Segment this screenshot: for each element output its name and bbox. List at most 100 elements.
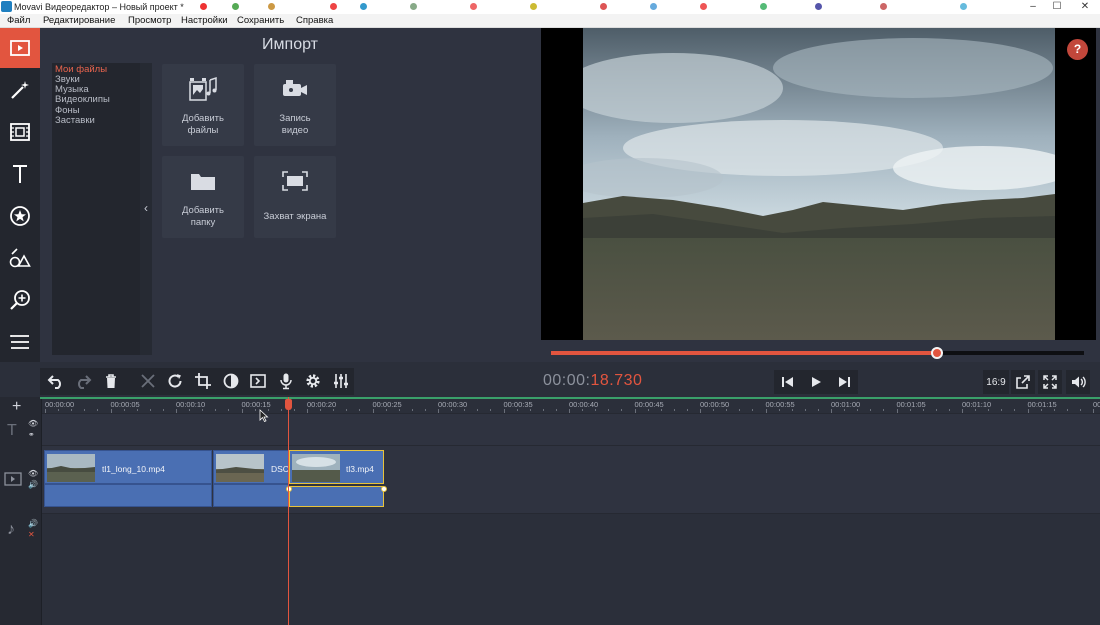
- audio-fade-handle-left[interactable]: [286, 486, 292, 492]
- taskbar-icons: [200, 3, 1000, 11]
- menu-save[interactable]: Сохранить: [237, 14, 284, 28]
- filters-tab-button[interactable]: [0, 70, 40, 110]
- text-icon: [13, 165, 27, 183]
- ruler-tick: [752, 409, 754, 411]
- audio-fade-handle-right[interactable]: [381, 486, 387, 492]
- ruler-tick: [909, 409, 911, 411]
- ruler-tick: [215, 409, 217, 411]
- rotate-button[interactable]: [164, 370, 186, 392]
- ruler-tick: [791, 409, 793, 411]
- ruler-tick: [346, 409, 348, 411]
- ruler-tick: [673, 409, 675, 411]
- menu-help[interactable]: Справка: [296, 14, 333, 28]
- add-files-button[interactable]: Добавить файлы: [162, 64, 244, 146]
- record-video-button[interactable]: Запись видео: [254, 64, 336, 146]
- more-tab-button[interactable]: [0, 322, 40, 362]
- undo-button[interactable]: [45, 370, 67, 392]
- menu-view[interactable]: Просмотр: [128, 14, 171, 28]
- audio-track-volume-icon[interactable]: 🔊: [28, 519, 38, 528]
- time-ruler[interactable]: 00:00:00 00:00:05 00:00:10 00:00:15 00:00:20…: [42, 399, 1100, 413]
- transitions-tab-button[interactable]: [0, 112, 40, 152]
- add-folder-label: Добавить папку: [182, 205, 224, 228]
- volume-button[interactable]: [1066, 370, 1090, 394]
- video-clip-2[interactable]: DSC: [213, 450, 289, 484]
- ruler-tick: [778, 409, 780, 411]
- ruler-tick: [857, 409, 859, 411]
- menu-edit[interactable]: Редактирование: [43, 14, 115, 28]
- transition-icon: [250, 374, 266, 388]
- collapse-panel-chevron-icon[interactable]: ‹: [140, 198, 152, 218]
- timecode-prefix: 00:00:: [543, 372, 591, 389]
- audio-clip-1[interactable]: [44, 484, 212, 507]
- video-track-mute-icon[interactable]: 🔊: [28, 480, 38, 489]
- equalizer-button[interactable]: [330, 370, 352, 392]
- ruler-label: 00:00:50: [700, 400, 730, 409]
- callouts-tab-button[interactable]: [0, 238, 40, 278]
- play-button[interactable]: [802, 370, 830, 394]
- video-preview[interactable]: [541, 28, 1096, 340]
- preview-progress-handle[interactable]: [931, 347, 944, 359]
- color-adjust-button[interactable]: [220, 370, 242, 392]
- ruler-label: 00:00:25: [372, 400, 402, 409]
- ruler-label: 00:01:00: [831, 400, 861, 409]
- category-intros[interactable]: Заставки: [55, 115, 95, 126]
- audio-track-unlink-icon[interactable]: ✕: [28, 530, 35, 539]
- mouse-cursor-icon: [259, 409, 269, 422]
- screen-capture-label: Захват экрана: [263, 211, 327, 222]
- crop-button[interactable]: [192, 370, 214, 392]
- transition-wizard-button[interactable]: [247, 370, 269, 392]
- next-frame-button[interactable]: [830, 370, 858, 394]
- video-clip-3[interactable]: tl3.mp4: [289, 450, 384, 484]
- title-track[interactable]: [42, 413, 1100, 445]
- external-window-icon: [1016, 375, 1030, 389]
- cut-button[interactable]: [137, 370, 159, 392]
- import-tab-button[interactable]: [0, 28, 40, 68]
- redo-button[interactable]: [72, 370, 94, 392]
- category-videoclips[interactable]: Видеоклипы: [55, 94, 110, 105]
- ruler-tick: [136, 409, 138, 411]
- add-track-plus-icon[interactable]: +: [12, 398, 21, 416]
- delete-button[interactable]: [100, 370, 122, 392]
- audio-clip-3[interactable]: [289, 486, 384, 507]
- zoom-tab-button[interactable]: [0, 280, 40, 320]
- ruler-tick: [359, 409, 361, 411]
- ruler-tick: [424, 409, 426, 411]
- video-track-visibility-icon[interactable]: 👁: [28, 469, 38, 478]
- ruler-tick: [123, 409, 125, 411]
- titles-tab-button[interactable]: [0, 154, 40, 194]
- ruler-tick: [883, 409, 885, 411]
- ruler-label: 00:00:00: [45, 400, 75, 409]
- playhead-handle[interactable]: [285, 399, 292, 410]
- ruler-tick: [935, 409, 937, 411]
- ruler-tick: [254, 409, 256, 411]
- audio-clip-2[interactable]: [213, 484, 289, 507]
- screen-capture-button[interactable]: Захват экрана: [254, 156, 336, 238]
- close-button[interactable]: ✕: [1074, 0, 1096, 14]
- title-track-visibility-icon[interactable]: 👁: [28, 419, 38, 428]
- ruler-tick: [844, 409, 846, 411]
- stickers-tab-button[interactable]: [0, 196, 40, 236]
- fullscreen-button[interactable]: [1038, 370, 1062, 394]
- clip-properties-button[interactable]: [302, 370, 324, 392]
- timecode-display: 00:00:18.730: [543, 372, 642, 390]
- aspect-ratio-button[interactable]: 16:9: [983, 370, 1009, 394]
- preview-progress-bar[interactable]: [551, 347, 1084, 359]
- audio-track[interactable]: [42, 513, 1100, 625]
- ruler-label: 00:01:15: [1027, 400, 1057, 409]
- ruler-tick: [516, 409, 518, 411]
- more-icon: [10, 335, 29, 349]
- add-folder-button[interactable]: Добавить папку: [162, 156, 244, 238]
- detach-preview-button[interactable]: [1011, 370, 1035, 394]
- video-clip-1[interactable]: tl1_long_10.mp4: [44, 450, 212, 484]
- title-track-link-icon[interactable]: ⚭: [28, 430, 35, 439]
- previous-frame-button[interactable]: [774, 370, 802, 394]
- track-headers: + T 👁 ⚭ 👁 🔊 ♪ 🔊 ✕: [0, 397, 42, 625]
- help-button[interactable]: ?: [1067, 39, 1088, 60]
- record-video-label: Запись видео: [279, 113, 311, 136]
- ruler-tick: [948, 409, 950, 411]
- menu-file[interactable]: Файл: [7, 14, 30, 28]
- maximize-button[interactable]: ☐: [1046, 0, 1068, 14]
- menu-settings[interactable]: Настройки: [181, 14, 228, 28]
- minimize-button[interactable]: –: [1022, 0, 1044, 14]
- record-voice-button[interactable]: [275, 370, 297, 392]
